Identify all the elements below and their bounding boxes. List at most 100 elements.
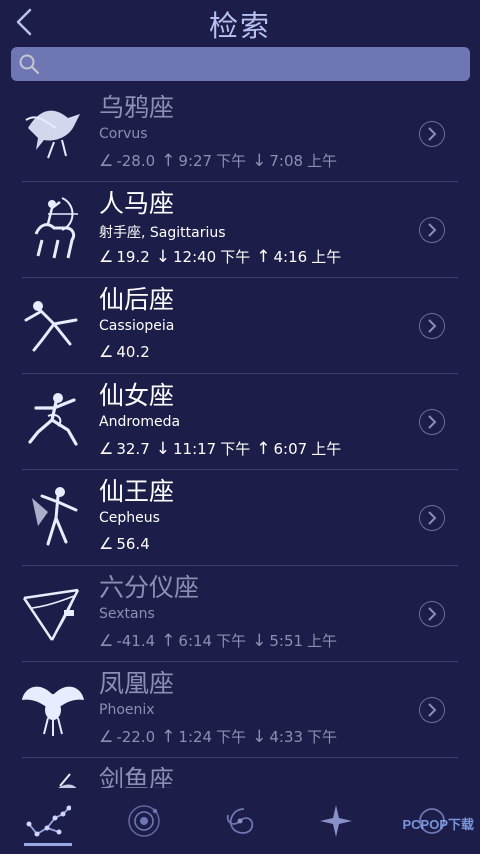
second-event-time: 4:16	[273, 247, 308, 266]
first-event-time: 9:27	[178, 151, 213, 170]
first-event-time: 1:24	[178, 727, 213, 746]
constellation-name: 人马座	[99, 189, 175, 218]
constellation-list: 乌鸦座 Corvus ∠ -28.0 ↑ 9:27 下午 ↓ 7:08 上午 人马座 射手座, Sag…	[0, 86, 480, 788]
altitude-icon: ∠	[99, 727, 114, 746]
first-event-arrow-icon: ↑	[161, 150, 176, 171]
second-event-time: 6:07	[273, 439, 308, 458]
visibility-info: ∠ 56.4	[99, 534, 150, 553]
first-event-period: 下午	[220, 440, 251, 458]
chevron-glyph	[428, 607, 437, 621]
first-event-period: 下午	[216, 632, 247, 650]
altitude-icon: ∠	[99, 247, 114, 266]
constellation-name: 凤凰座	[99, 669, 175, 698]
constellation-latin-name: Corvus	[99, 126, 148, 142]
first-event-period: 下午	[220, 248, 251, 266]
constellation-row[interactable]: 凤凰座 Phoenix ∠ -22.0 ↑ 1:24 下午 ↓ 4:33 下午	[0, 662, 480, 758]
page-title: 检索	[208, 9, 271, 43]
constellation-name: 剑鱼座	[99, 765, 175, 788]
constellation-row[interactable]: 仙女座 Andromeda ∠ 32.7 ↓ 11:17 下午 ↑ 6:07 上午	[0, 374, 480, 470]
chevron-right-icon[interactable]	[419, 505, 445, 531]
second-event-time: 7:08	[269, 151, 304, 170]
phoenix-constellation-icon	[22, 686, 84, 736]
constellation-name: 仙王座	[99, 477, 175, 506]
first-event-time: 6:14	[178, 631, 213, 650]
second-event-arrow-icon: ↓	[252, 630, 267, 651]
first-event-arrow-icon: ↑	[161, 726, 176, 747]
planet-icon	[128, 805, 160, 837]
constellation-latin-name: Cepheus	[99, 510, 160, 526]
first-event-arrow-icon: ↑	[161, 630, 176, 651]
altitude-icon: ∠	[99, 151, 114, 170]
second-event-arrow-icon: ↓	[252, 726, 267, 747]
visibility-info: ∠ -22.0 ↑ 1:24 下午 ↓ 4:33 下午	[99, 726, 337, 747]
first-event-time: 11:17	[173, 439, 217, 458]
chevron-glyph	[428, 511, 437, 525]
constellation-row[interactable]: 仙王座 Cepheus ∠ 56.4	[0, 470, 480, 566]
second-event-arrow-icon: ↓	[252, 150, 267, 171]
solar-system-tab[interactable]	[114, 788, 174, 854]
first-event-arrow-icon: ↓	[155, 438, 170, 459]
first-event-period: 下午	[216, 728, 247, 746]
altitude-value: 56.4	[116, 534, 150, 553]
second-event-time: 5:51	[269, 631, 304, 650]
chevron-glyph	[428, 703, 437, 717]
chevron-right-icon[interactable]	[419, 409, 445, 435]
altitude-value: 32.7	[116, 439, 150, 458]
second-event-period: 上午	[307, 632, 338, 650]
visibility-info: ∠ 19.2 ↓ 12:40 下午 ↑ 4:16 上午	[99, 246, 341, 267]
chevron-right-icon[interactable]	[419, 121, 445, 147]
constellations-tab[interactable]	[18, 788, 78, 854]
second-event-arrow-icon: ↑	[256, 246, 271, 267]
chevron-glyph	[428, 319, 437, 333]
constellation-latin-name: Cassiopeia	[99, 318, 175, 334]
altitude-value: -41.4	[116, 631, 156, 650]
maiden-constellation-icon	[28, 393, 78, 446]
constellation-name: 仙后座	[99, 285, 175, 314]
first-event-period: 下午	[216, 152, 247, 170]
chevron-right-icon[interactable]	[419, 697, 445, 723]
constellation-row[interactable]: 仙后座 Cassiopeia ∠ 40.2	[0, 278, 480, 374]
swordfish-constellation-icon	[58, 773, 77, 788]
altitude-icon: ∠	[99, 439, 114, 458]
queen-constellation-icon	[24, 301, 78, 352]
first-event-arrow-icon: ↓	[155, 246, 170, 267]
constellation-latin-name: Phoenix	[99, 702, 155, 718]
constellation-icon	[26, 805, 71, 837]
search-input[interactable]	[47, 47, 462, 81]
second-event-period: 上午	[311, 248, 342, 266]
altitude-icon: ∠	[99, 342, 114, 361]
chevron-glyph	[428, 223, 437, 237]
search-bar[interactable]	[11, 47, 470, 81]
altitude-value: 19.2	[116, 247, 150, 266]
second-event-time: 4:33	[269, 727, 304, 746]
crow-constellation-icon	[25, 110, 80, 159]
second-event-period: 上午	[307, 152, 338, 170]
star-icon	[320, 805, 352, 837]
active-tab-indicator	[24, 843, 72, 846]
constellation-latin-name: 射手座, Sagittarius	[99, 225, 226, 241]
chevron-right-icon[interactable]	[419, 313, 445, 339]
chevron-right-icon[interactable]	[419, 601, 445, 627]
header: 检索	[0, 0, 480, 44]
chevron-glyph	[428, 415, 437, 429]
constellation-row[interactable]: 乌鸦座 Corvus ∠ -28.0 ↑ 9:27 下午 ↓ 7:08 上午	[0, 86, 480, 182]
constellation-row[interactable]: 人马座射手座, Sagittarius ∠ 19.2 ↓ 12:40 下午 ↑ 4:16 上午	[0, 182, 480, 278]
visibility-info: ∠ -41.4 ↑ 6:14 下午 ↓ 5:51 上午	[99, 630, 337, 651]
altitude-value: 40.2	[116, 342, 150, 361]
visibility-info: ∠ 40.2	[99, 342, 150, 361]
stars-tab[interactable]	[306, 788, 366, 854]
second-event-period: 下午	[307, 728, 338, 746]
second-event-arrow-icon: ↑	[256, 438, 271, 459]
chevron-right-icon[interactable]	[419, 217, 445, 243]
constellation-name: 仙女座	[99, 381, 175, 410]
galaxy-icon	[226, 808, 254, 834]
search-icon	[19, 54, 40, 75]
first-event-time: 12:40	[173, 247, 217, 266]
constellation-row[interactable]: 剑鱼座	[0, 758, 480, 788]
constellation-name: 乌鸦座	[99, 93, 175, 122]
second-event-period: 上午	[311, 440, 342, 458]
chevron-glyph	[428, 127, 437, 141]
deep-sky-tab[interactable]	[210, 788, 270, 854]
constellation-row[interactable]: 六分仪座 Sextans ∠ -41.4 ↑ 6:14 下午 ↓ 5:51 上午	[0, 566, 480, 662]
sextant-constellation-icon	[22, 588, 80, 641]
